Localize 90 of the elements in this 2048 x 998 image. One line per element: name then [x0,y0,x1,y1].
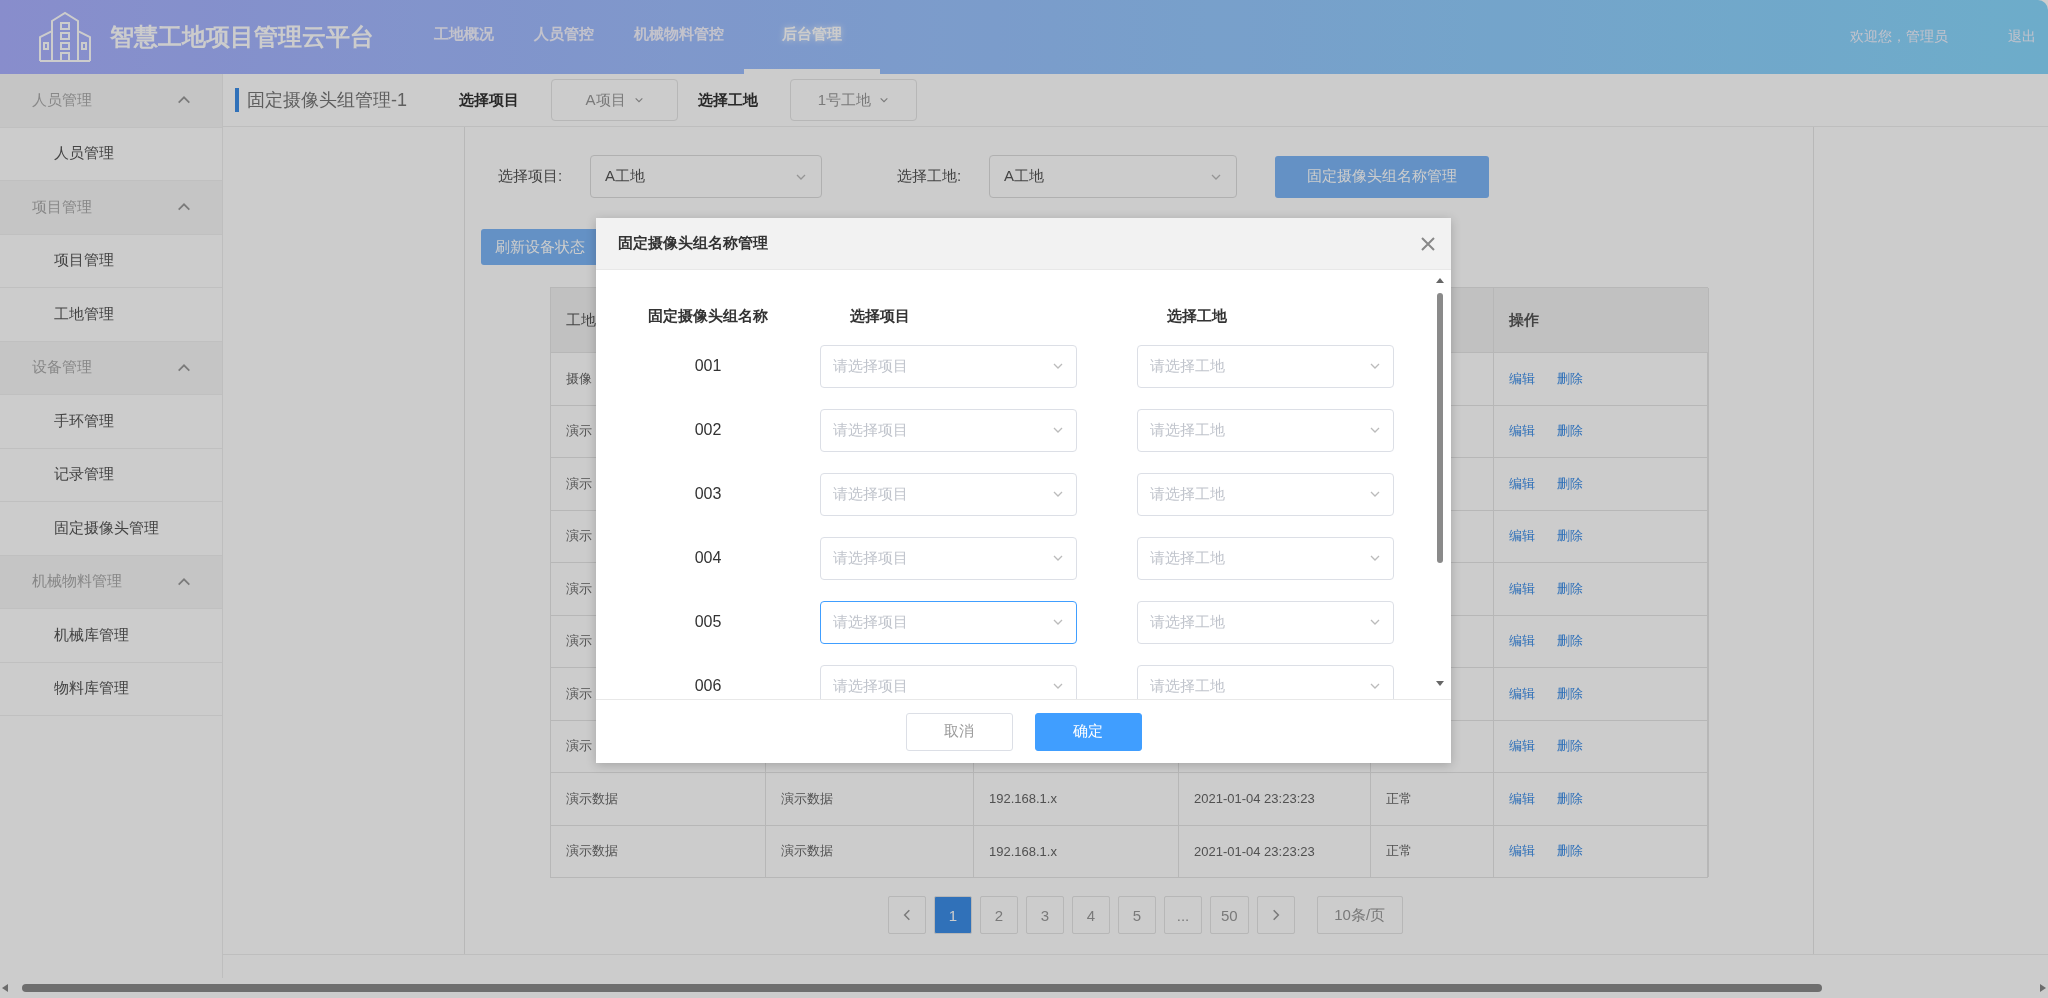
nav-tab[interactable]: 工地概况 [414,0,514,74]
table-cell: 演示数据 [766,772,974,825]
table-cell: 2021-01-04 23:23:23 [1179,824,1371,877]
filter-label: 选择工地 [698,90,758,110]
edit-link[interactable]: 编辑 [1509,422,1535,441]
sidebar-group[interactable]: 项目管理 [0,181,222,235]
cancel-button[interactable]: 取消 [905,712,1013,751]
group-name: 002 [694,421,722,439]
select-field[interactable]: A工地 [989,155,1237,198]
table-cell: 演示数据 [551,772,766,825]
column-header: 选择项目 [849,306,910,326]
table-cell: 2021-01-04 23:23:23 [1179,772,1371,825]
delete-link[interactable]: 删除 [1557,474,1583,493]
building-logo-icon [38,11,92,63]
close-icon[interactable] [1421,236,1435,251]
edit-link[interactable]: 编辑 [1509,369,1535,388]
group-name: 001 [694,357,722,375]
chevron-down-icon [879,95,890,105]
dialog-title: 固定摄像头组名称管理 [618,234,768,253]
page-button[interactable]: 1 [934,896,972,934]
page-button[interactable]: 5 [1118,896,1156,934]
select-field[interactable]: A工地 [590,155,822,198]
site-select[interactable]: 请选择工地 [1137,408,1394,452]
site-select[interactable]: 请选择工地 [1137,472,1394,516]
table-cell: 正常 [1371,824,1494,877]
site-select[interactable]: 请选择工地 [1137,344,1394,388]
sidebar-group[interactable]: 人员管理 [0,74,222,128]
delete-link[interactable]: 删除 [1557,527,1583,546]
project-select[interactable]: 请选择项目 [820,472,1077,516]
project-select[interactable]: 请选择项目 [820,344,1077,388]
page-title: 固定摄像头组管理-1 [235,88,407,112]
edit-link[interactable]: 编辑 [1509,789,1535,808]
page-button[interactable]: 2 [980,896,1018,934]
page-size-select[interactable]: 10条/页 [1316,896,1403,934]
edit-link[interactable]: 编辑 [1509,684,1535,703]
chevron-down-icon [633,95,644,105]
select-field[interactable]: A项目 [551,79,678,121]
project-select[interactable]: 请选择项目 [820,408,1077,452]
delete-link[interactable]: 删除 [1557,842,1583,861]
delete-link[interactable]: 删除 [1557,632,1583,651]
page-button[interactable]: ... [1164,896,1202,934]
edit-link[interactable]: 编辑 [1509,842,1535,861]
nav-tab[interactable]: 机械物料管控 [614,0,744,74]
logout-link[interactable]: 退出 [2008,28,2036,46]
column-header: 操作 [1494,288,1709,352]
filter-label: 选择工地: [897,167,963,186]
delete-link[interactable]: 删除 [1557,737,1583,756]
group-name: 003 [694,485,722,503]
horizontal-scrollbar[interactable] [0,982,2048,994]
table-cell: 192.168.1.x [974,824,1179,877]
manage-button[interactable]: 固定摄像头组名称管理 [1275,155,1489,198]
refresh-button[interactable]: 刷新设备状态 [481,229,599,265]
column-header: 固定摄像头组名称 [648,306,768,326]
app-title: 智慧工地项目管理云平台 [110,22,374,52]
filter-label: 选择项目: [498,167,564,186]
sidebar-group[interactable]: 机械物料管理 [0,555,222,609]
column-header: 选择工地 [1166,306,1227,326]
sidebar-group[interactable]: 设备管理 [0,341,222,395]
group-name: 005 [694,613,722,631]
nav-tab[interactable]: 人员管控 [514,0,614,74]
site-select[interactable]: 请选择工地 [1137,536,1394,580]
edit-link[interactable]: 编辑 [1509,632,1535,651]
group-name: 006 [694,677,722,695]
nav-tab[interactable]: 后台管理 [744,0,880,74]
page-button[interactable]: 3 [1026,896,1064,934]
vertical-scrollbar[interactable] [1435,276,1445,688]
confirm-button[interactable]: 确定 [1034,712,1142,751]
edit-link[interactable]: 编辑 [1509,579,1535,598]
page-button[interactable]: 4 [1072,896,1110,934]
site-select[interactable]: 请选择工地 [1137,600,1394,644]
table-cell: 演示数据 [551,824,766,877]
table-cell: 演示数据 [766,824,974,877]
delete-link[interactable]: 删除 [1557,684,1583,703]
table-cell: 正常 [1371,772,1494,825]
delete-link[interactable]: 删除 [1557,422,1583,441]
delete-link[interactable]: 删除 [1557,789,1583,808]
delete-link[interactable]: 删除 [1557,369,1583,388]
edit-link[interactable]: 编辑 [1509,474,1535,493]
filter-label: 选择项目 [459,90,519,110]
welcome-text: 欢迎您，管理员 [1850,28,1948,46]
table-cell: 192.168.1.x [974,772,1179,825]
project-select[interactable]: 请选择项目 [820,664,1077,699]
edit-link[interactable]: 编辑 [1509,737,1535,756]
select-field[interactable]: 1号工地 [790,79,917,121]
project-select[interactable]: 请选择项目 [820,536,1077,580]
edit-link[interactable]: 编辑 [1509,527,1535,546]
project-select[interactable]: 请选择项目 [820,600,1077,644]
delete-link[interactable]: 删除 [1557,579,1583,598]
page-button[interactable]: 50 [1210,896,1249,934]
site-select[interactable]: 请选择工地 [1137,664,1394,699]
